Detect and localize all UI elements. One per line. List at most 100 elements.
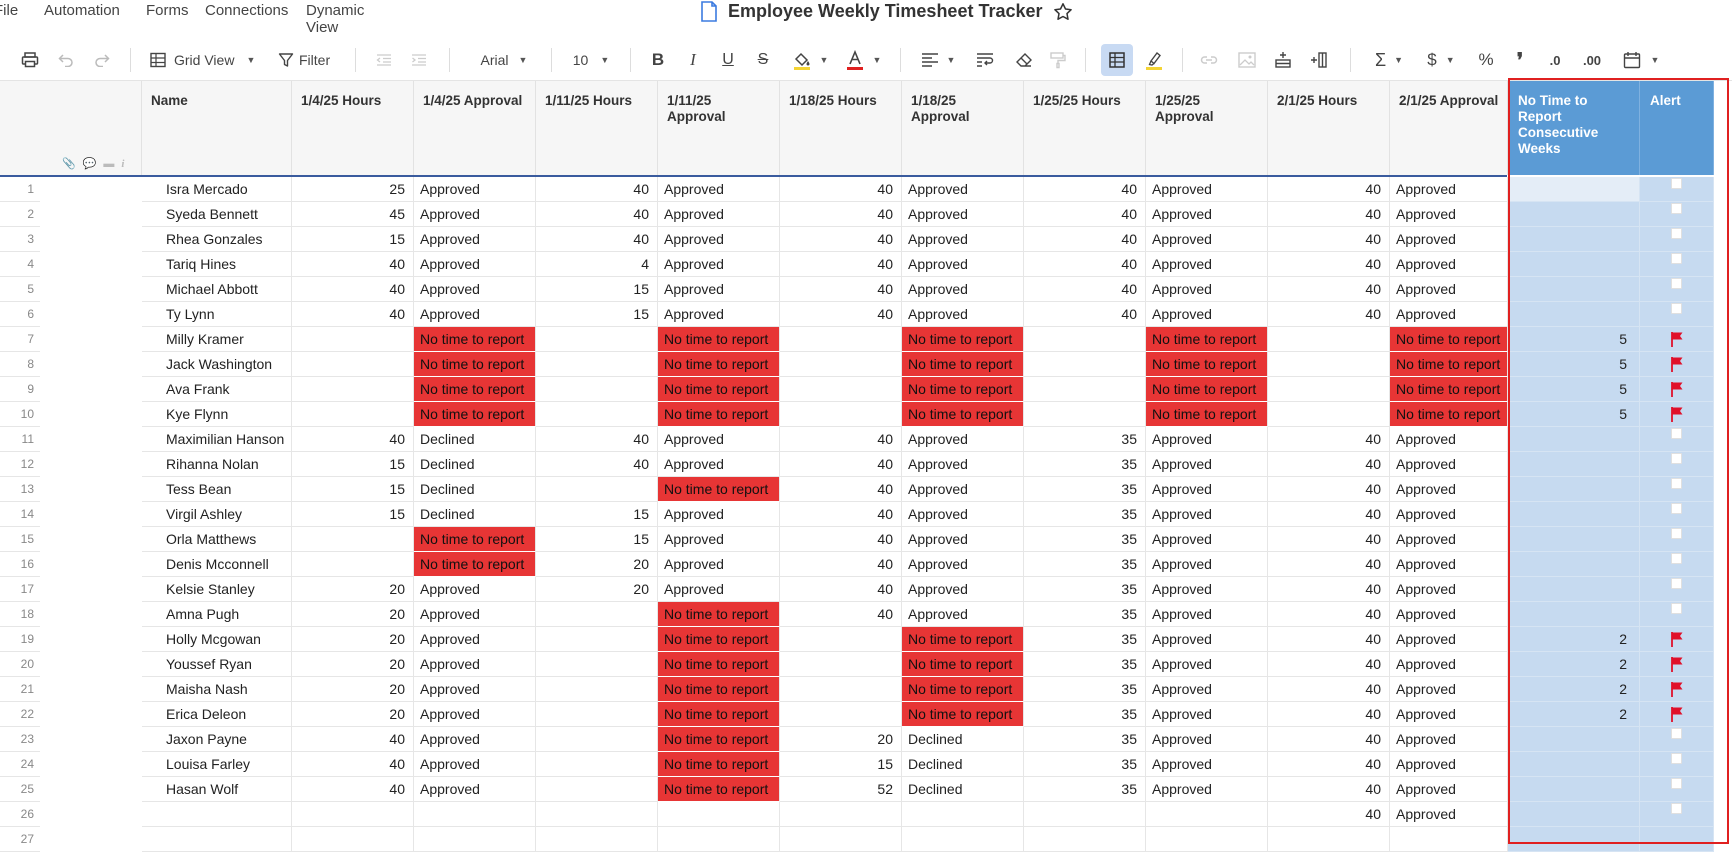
hours-cell[interactable]	[780, 652, 902, 677]
approval-cell[interactable]: Approved	[658, 577, 780, 602]
row-number[interactable]: 26	[0, 802, 40, 827]
hours-cell[interactable]: 40	[536, 227, 658, 252]
name-cell[interactable]: Youssef Ryan	[142, 652, 292, 677]
consecutive-weeks-cell[interactable]	[1508, 252, 1640, 277]
name-cell[interactable]: Rhea Gonzales	[142, 227, 292, 252]
wrap-text-icon[interactable]	[974, 43, 996, 77]
consecutive-weeks-cell[interactable]: 2	[1508, 627, 1640, 652]
alert-cell[interactable]	[1640, 202, 1714, 227]
table-row[interactable]: 25 Hasan Wolf 40 Approved No time to report 5…	[0, 777, 1732, 802]
approval-cell[interactable]: Approved	[1390, 527, 1508, 552]
hours-cell[interactable]: 40	[292, 427, 414, 452]
table-row[interactable]: 1 Isra Mercado 25 Approved 40 Approved 40 Appro…	[0, 177, 1732, 202]
alert-cell[interactable]	[1640, 377, 1714, 402]
row-number[interactable]: 10	[0, 402, 40, 427]
approval-cell[interactable]: Approved	[1390, 202, 1508, 227]
hours-cell[interactable]: 20	[292, 702, 414, 727]
consecutive-weeks-cell[interactable]	[1508, 827, 1640, 852]
consecutive-weeks-cell[interactable]: 5	[1508, 352, 1640, 377]
column-header[interactable]: 2/1/25 Approval	[1390, 81, 1508, 175]
name-cell[interactable]: Tariq Hines	[142, 252, 292, 277]
alert-cell[interactable]	[1640, 627, 1714, 652]
flag-icon[interactable]	[1670, 656, 1684, 672]
menu-automation[interactable]: Automation	[44, 2, 120, 19]
hours-cell[interactable]: 35	[1024, 677, 1146, 702]
approval-cell[interactable]: No time to report	[658, 627, 780, 652]
alert-cell[interactable]	[1640, 752, 1714, 777]
name-cell[interactable]: Jaxon Payne	[142, 727, 292, 752]
consecutive-weeks-cell[interactable]: 5	[1508, 327, 1640, 352]
table-row[interactable]: 19 Holly Mcgowan 20 Approved No time to repo…	[0, 627, 1732, 652]
column-header[interactable]: 1/25/25 Hours	[1024, 81, 1146, 175]
hours-cell[interactable]	[1268, 377, 1390, 402]
approval-cell[interactable]: Approved	[1390, 702, 1508, 727]
hours-cell[interactable]: 40	[1268, 527, 1390, 552]
approval-cell[interactable]: Approved	[658, 452, 780, 477]
alert-checkbox[interactable]	[1671, 427, 1682, 439]
hours-cell[interactable]	[536, 352, 658, 377]
hours-cell[interactable]: 40	[780, 302, 902, 327]
row-number[interactable]: 17	[0, 577, 40, 602]
alert-checkbox[interactable]	[1671, 452, 1682, 464]
hours-cell[interactable]	[292, 527, 414, 552]
insert-row-icon[interactable]	[1272, 43, 1294, 77]
approval-cell[interactable]: No time to report	[1146, 327, 1268, 352]
name-cell[interactable]: Amna Pugh	[142, 602, 292, 627]
hours-cell[interactable]	[536, 777, 658, 802]
approval-cell[interactable]: Approved	[1390, 577, 1508, 602]
hours-cell[interactable]	[1024, 827, 1146, 852]
hours-cell[interactable]: 40	[1268, 627, 1390, 652]
hours-cell[interactable]: 40	[780, 177, 902, 202]
approval-cell[interactable]: Approved	[902, 427, 1024, 452]
flag-icon[interactable]	[1670, 681, 1684, 697]
alert-checkbox[interactable]	[1671, 527, 1682, 539]
table-row[interactable]: 24 Louisa Farley 40 Approved No time to repo…	[0, 752, 1732, 777]
approval-cell[interactable]: Approved	[658, 202, 780, 227]
hours-cell[interactable]	[1268, 827, 1390, 852]
approval-cell[interactable]: No time to report	[1146, 377, 1268, 402]
hours-cell[interactable]	[536, 802, 658, 827]
row-number[interactable]: 2	[0, 202, 40, 227]
approval-cell[interactable]: Approved	[1146, 527, 1268, 552]
image-icon[interactable]	[1236, 43, 1258, 77]
font-family-dropdown[interactable]: Arial ▼	[474, 43, 534, 77]
table-row[interactable]: 12 Rihanna Nolan 15 Declined 40 Approved 40 App…	[0, 452, 1732, 477]
name-cell[interactable]: Kye Flynn	[142, 402, 292, 427]
hours-cell[interactable]	[780, 402, 902, 427]
hours-cell[interactable]	[780, 327, 902, 352]
name-cell[interactable]: Tess Bean	[142, 477, 292, 502]
increase-decimal-button[interactable]: .00	[1577, 43, 1607, 77]
hours-cell[interactable]	[1024, 377, 1146, 402]
name-cell[interactable]: Maisha Nash	[142, 677, 292, 702]
hours-cell[interactable]: 35	[1024, 477, 1146, 502]
hours-cell[interactable]: 40	[780, 202, 902, 227]
name-cell[interactable]: Holly Mcgowan	[142, 627, 292, 652]
approval-cell[interactable]: Approved	[1146, 602, 1268, 627]
approval-cell[interactable]: Approved	[658, 427, 780, 452]
hours-cell[interactable]	[1024, 352, 1146, 377]
row-number[interactable]: 3	[0, 227, 40, 252]
hours-cell[interactable]: 20	[292, 602, 414, 627]
row-number[interactable]: 4	[0, 252, 40, 277]
approval-cell[interactable]: Approved	[414, 677, 536, 702]
approval-cell[interactable]: Declined	[902, 752, 1024, 777]
approval-cell[interactable]: Approved	[1390, 552, 1508, 577]
alert-checkbox[interactable]	[1671, 577, 1682, 589]
row-number[interactable]: 7	[0, 327, 40, 352]
approval-cell[interactable]: Approved	[1146, 627, 1268, 652]
consecutive-weeks-cell[interactable]: 2	[1508, 652, 1640, 677]
alert-cell[interactable]	[1640, 727, 1714, 752]
approval-cell[interactable]: No time to report	[1390, 327, 1508, 352]
row-number[interactable]: 11	[0, 427, 40, 452]
table-row[interactable]: 8 Jack Washington No time to report No time…	[0, 352, 1732, 377]
approval-cell[interactable]: Declined	[414, 502, 536, 527]
hours-cell[interactable]: 20	[292, 627, 414, 652]
alert-cell[interactable]	[1640, 177, 1714, 202]
hours-cell[interactable]: 40	[1268, 202, 1390, 227]
flag-icon[interactable]	[1670, 706, 1684, 722]
flag-icon[interactable]	[1670, 356, 1684, 372]
approval-cell[interactable]	[902, 827, 1024, 852]
column-header[interactable]: Name	[142, 81, 292, 175]
column-header[interactable]: Alert	[1640, 81, 1714, 175]
column-header[interactable]: 1/11/25 Hours	[536, 81, 658, 175]
